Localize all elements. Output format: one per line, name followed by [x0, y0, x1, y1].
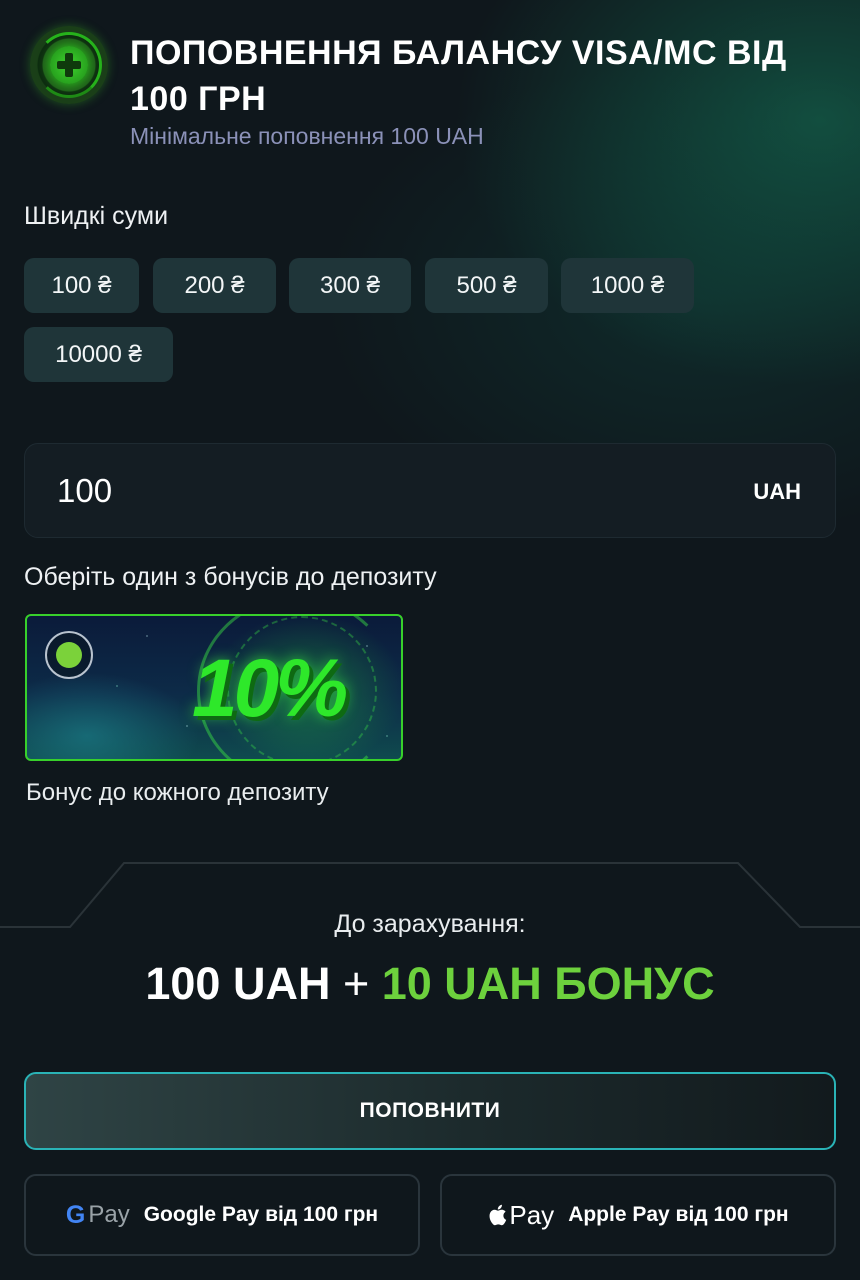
- quick-sums-label: Швидкі суми: [24, 202, 169, 230]
- credit-label: До зарахування:: [334, 910, 526, 938]
- credit-base-amount: 100 UAH: [145, 958, 331, 1009]
- bonus-section-label: Оберіть один з бонусів до депозиту: [24, 563, 437, 591]
- deposit-summary-panel: До зарахування: 100 UAH + 10 UAH БОНУС П…: [0, 862, 860, 1280]
- apple-icon: [489, 1204, 507, 1226]
- credit-bonus-amount: 10 UAH БОНУС: [381, 958, 715, 1009]
- bonus-caption: Бонус до кожного депозиту: [26, 779, 329, 806]
- apple-pay-word: Pay: [509, 1199, 555, 1230]
- page-header: ПОПОВНЕННЯ БАЛАНСУ VISA/MC ВІД 100 ГРН М…: [30, 26, 830, 156]
- google-pay-word: Pay: [88, 1201, 130, 1228]
- bonus-card-10-percent[interactable]: 10%: [25, 614, 403, 761]
- google-g-icon: G: [65, 1200, 86, 1229]
- google-pay-button[interactable]: G Pay Google Pay від 100 грн: [24, 1174, 420, 1256]
- bonus-card-text: 10%: [192, 643, 348, 734]
- plus-circle-icon: [30, 26, 108, 104]
- google-pay-logo-icon: G Pay: [66, 1201, 130, 1230]
- apple-pay-label: Apple Pay від 100 грн: [568, 1203, 789, 1226]
- page-title: ПОПОВНЕННЯ БАЛАНСУ VISA/MC ВІД 100 ГРН: [130, 34, 787, 118]
- amount-currency: UAH: [753, 479, 801, 504]
- credit-sum: 100 UAH + 10 UAH БОНУС: [0, 958, 860, 1010]
- quick-sum-chip-1000[interactable]: 1000 ₴: [561, 258, 694, 313]
- amount-field[interactable]: UAH: [24, 443, 836, 538]
- page-subtitle: Мінімальне поповнення 100 UAH: [130, 123, 484, 149]
- credit-plus-sign: +: [342, 958, 370, 1009]
- quick-sum-chip-10000[interactable]: 10000 ₴: [24, 327, 173, 382]
- apple-pay-button[interactable]: Pay Apple Pay від 100 грн: [440, 1174, 836, 1256]
- quick-sum-chip-300[interactable]: 300 ₴: [289, 258, 411, 313]
- google-pay-label: Google Pay від 100 грн: [143, 1203, 379, 1226]
- amount-input[interactable]: [57, 472, 557, 510]
- deposit-submit-button[interactable]: ПОПОВНИТИ: [24, 1072, 836, 1150]
- bonus-radio[interactable]: [45, 631, 93, 679]
- quick-sum-chip-100[interactable]: 100 ₴: [24, 258, 139, 313]
- quick-sum-chip-200[interactable]: 200 ₴: [153, 258, 276, 313]
- apple-pay-logo-icon: Pay: [487, 1200, 554, 1231]
- quick-sum-chip-500[interactable]: 500 ₴: [425, 258, 548, 313]
- bonus-radio-selected-dot: [56, 642, 82, 668]
